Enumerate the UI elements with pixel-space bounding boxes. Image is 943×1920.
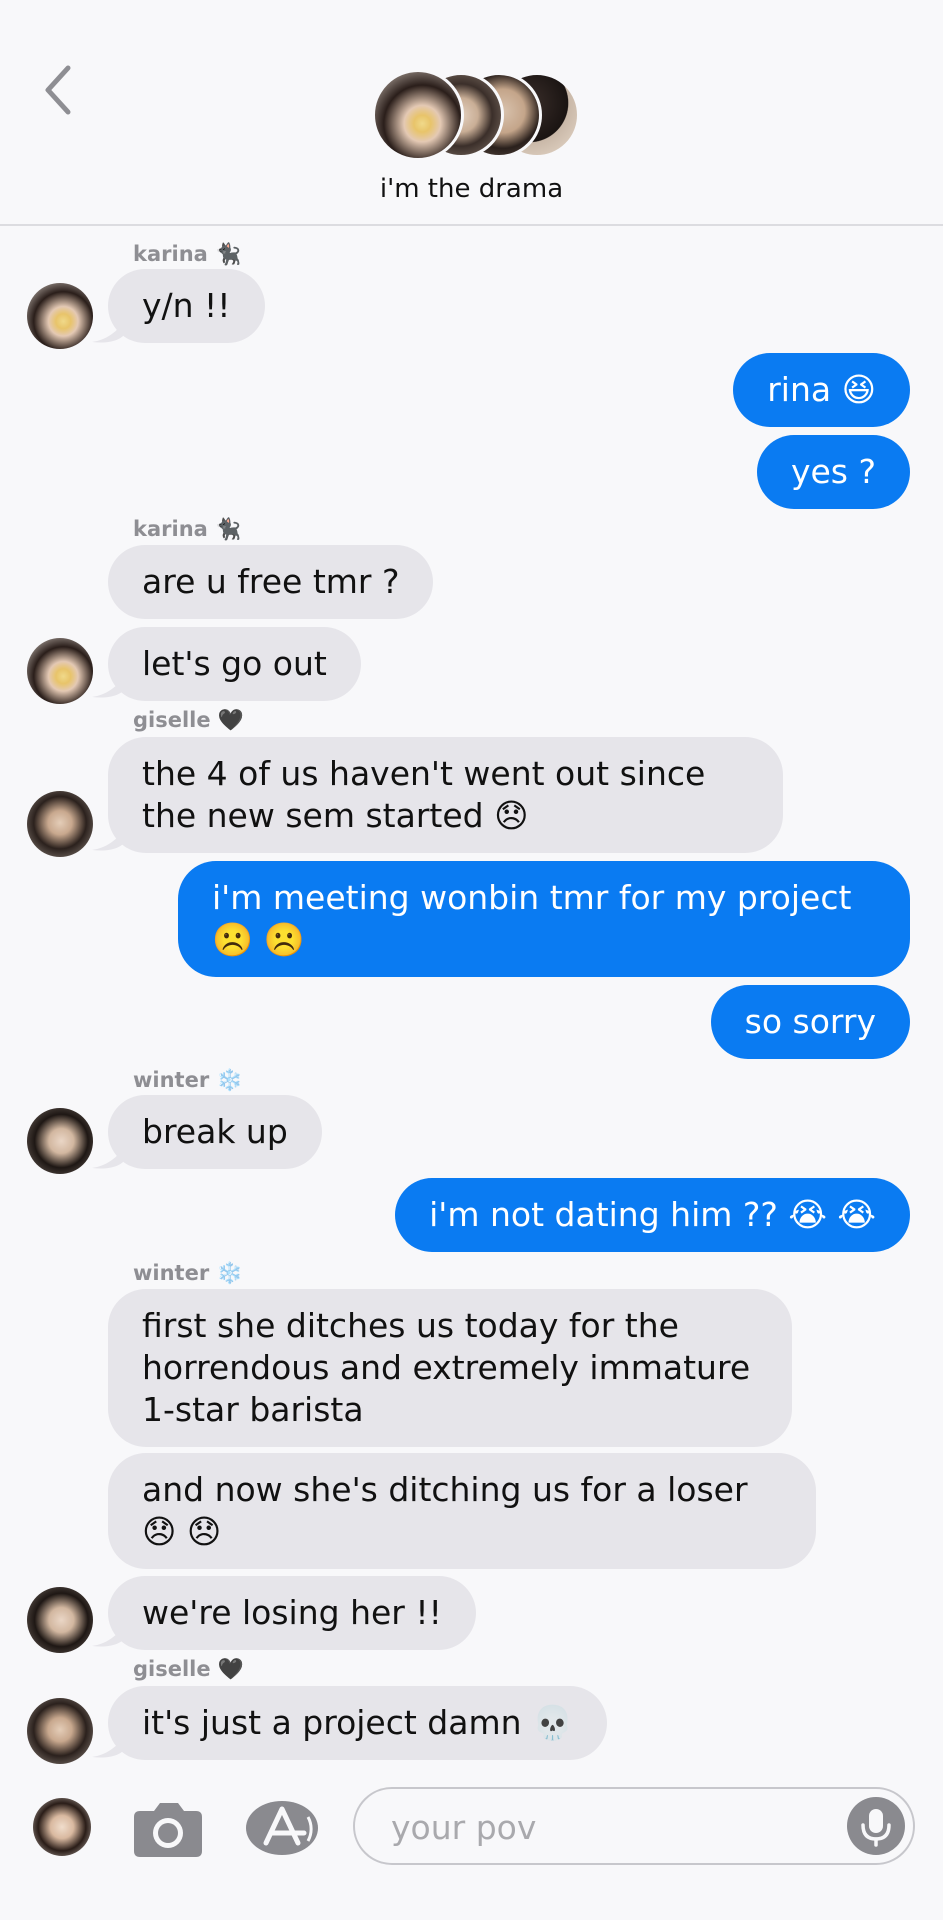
- group-avatar-stack[interactable]: [370, 69, 580, 162]
- message-composer[interactable]: [353, 1787, 915, 1865]
- avatar: [27, 791, 93, 857]
- sender-name: winter ❄️: [133, 1068, 243, 1092]
- message-bubble[interactable]: yes ?: [756, 435, 910, 509]
- avatar: [27, 638, 93, 704]
- camera-icon[interactable]: [132, 1799, 204, 1857]
- message-input[interactable]: [389, 1801, 823, 1853]
- chat-header: i'm the drama: [0, 0, 943, 226]
- message-bubble[interactable]: let's go out: [108, 627, 361, 701]
- sender-name: karina 🐈‍⬛: [133, 517, 242, 541]
- message-bubble[interactable]: and now she's ditching us for a loser 😞 …: [108, 1453, 816, 1569]
- group-name: i'm the drama: [379, 174, 564, 204]
- sender-name: giselle 🖤: [133, 1657, 245, 1681]
- message-bubble[interactable]: rina 😆: [733, 353, 910, 427]
- message-bubble[interactable]: it's just a project damn 💀: [108, 1686, 608, 1760]
- avatar: [27, 1698, 93, 1764]
- message-bubble[interactable]: the 4 of us haven't went out since the n…: [108, 737, 783, 853]
- message-bubble[interactable]: are u free tmr ?: [108, 545, 434, 619]
- sender-name: karina 🐈‍⬛: [133, 242, 242, 266]
- avatar: [372, 69, 464, 161]
- back-chevron-icon[interactable]: [38, 62, 82, 118]
- message-bubble[interactable]: first she ditches us today for the horre…: [108, 1289, 792, 1447]
- app-store-icon[interactable]: [244, 1799, 322, 1857]
- message-bubble[interactable]: i'm meeting wonbin tmr for my project ☹️…: [178, 861, 910, 977]
- sender-name: giselle 🖤: [133, 708, 245, 732]
- sender-name: winter ❄️: [133, 1261, 243, 1285]
- microphone-icon[interactable]: [847, 1797, 905, 1855]
- message-bubble[interactable]: so sorry: [710, 985, 910, 1059]
- avatar: [27, 1108, 93, 1174]
- message-bubble[interactable]: i'm not dating him ?? 😭 😭: [395, 1178, 910, 1252]
- input-bar: [0, 1775, 943, 1920]
- avatar: [27, 1587, 93, 1653]
- my-avatar[interactable]: [33, 1798, 91, 1856]
- message-bubble[interactable]: y/n !!: [108, 269, 265, 343]
- avatar: [27, 283, 93, 349]
- message-bubble[interactable]: we're losing her !!: [108, 1576, 476, 1650]
- message-bubble[interactable]: break up: [108, 1095, 322, 1169]
